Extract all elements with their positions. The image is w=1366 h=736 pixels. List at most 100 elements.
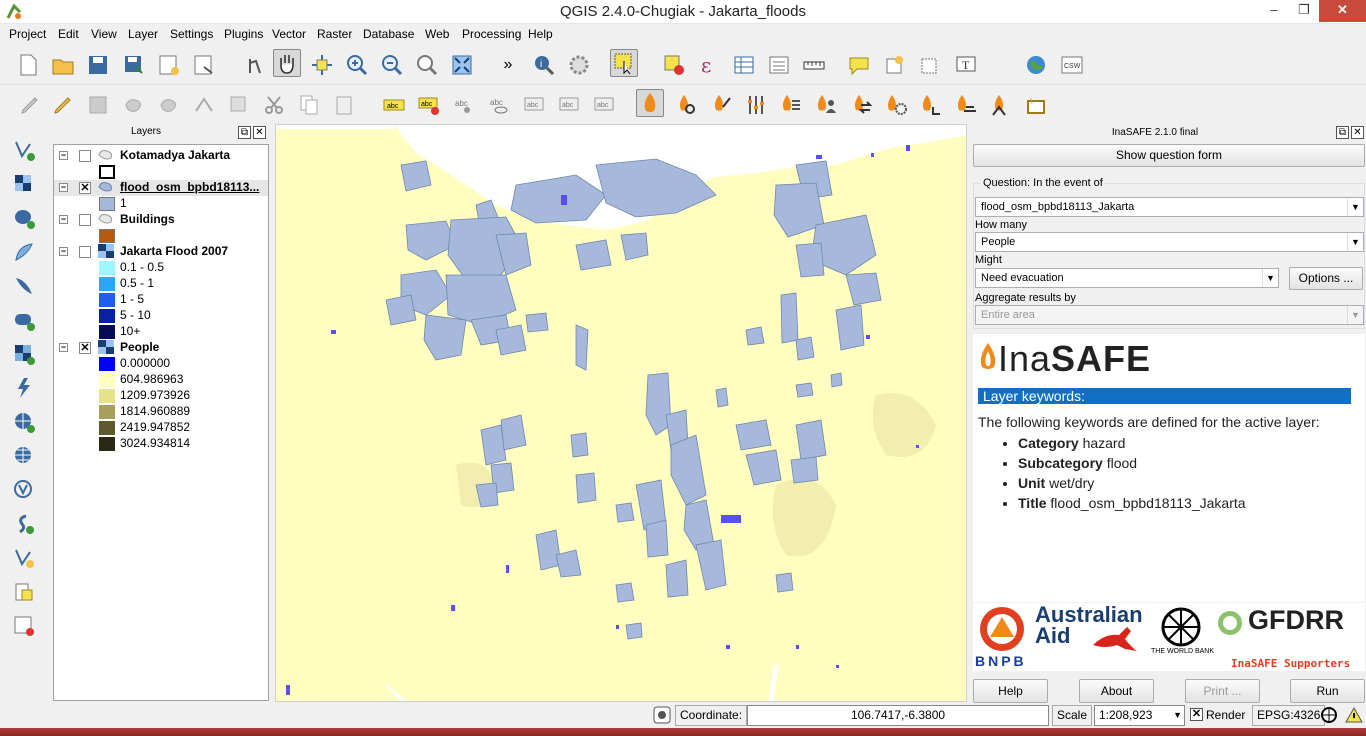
copy-features-icon[interactable] <box>295 91 323 119</box>
options-button[interactable]: Options ... <box>1289 267 1363 290</box>
maximize-button[interactable]: ❐ <box>1289 0 1319 22</box>
help-button[interactable]: Help <box>973 679 1048 703</box>
zoom-full-icon[interactable] <box>448 51 476 79</box>
toggle-editing-icon[interactable] <box>49 91 77 119</box>
new-spatialite-layer-icon[interactable] <box>10 578 38 606</box>
add-spatialite-layer-icon[interactable] <box>10 238 38 266</box>
inasafe-wizard-icon[interactable] <box>707 91 735 119</box>
paste-features-icon[interactable] <box>330 91 358 119</box>
layer-visibility-checkbox[interactable] <box>79 214 91 226</box>
layer-row-buildings[interactable]: − Buildings <box>54 212 268 228</box>
save-as-icon[interactable] <box>120 51 148 79</box>
exposure-select[interactable]: People ▼ <box>975 232 1364 252</box>
map-canvas[interactable] <box>275 124 967 702</box>
menu-processing[interactable]: Processing <box>462 27 521 41</box>
show-hide-labels-icon[interactable]: abc <box>485 91 513 119</box>
add-mssql-layer-icon[interactable] <box>10 272 38 300</box>
statistics-icon[interactable] <box>765 51 793 79</box>
layer-visibility-checkbox[interactable] <box>79 246 91 258</box>
rotate-label-icon[interactable]: abc <box>555 91 583 119</box>
change-label-icon[interactable]: abc <box>590 91 618 119</box>
scale-combo[interactable]: 1:208,923 ▼ <box>1094 705 1185 726</box>
menu-vector[interactable]: Vector <box>272 27 306 41</box>
toolbar-overflow-icon[interactable]: » <box>494 51 522 79</box>
print-button[interactable]: Print ... <box>1185 679 1260 703</box>
map-tips-icon[interactable] <box>845 51 873 79</box>
select-features-icon[interactable] <box>610 49 638 77</box>
pin-labels-icon[interactable]: abc <box>415 91 443 119</box>
new-print-composer-icon[interactable] <box>155 51 183 79</box>
layer-row-flood[interactable]: − ✕ flood_osm_bpbd18113... <box>54 180 268 196</box>
identify-icon[interactable]: i <box>530 51 558 79</box>
messages-icon[interactable] <box>653 706 671 724</box>
collapse-toggle[interactable]: − <box>59 183 68 192</box>
new-project-icon[interactable] <box>14 51 42 79</box>
show-bookmarks-icon[interactable] <box>915 51 943 79</box>
add-wms-layer-icon[interactable] <box>10 340 38 368</box>
text-annotation-icon[interactable]: T <box>952 51 980 79</box>
add-feature-icon[interactable] <box>120 91 148 119</box>
add-wcs-layer-icon[interactable] <box>10 408 38 436</box>
close-panel-button[interactable]: ✕ <box>253 126 266 139</box>
about-button[interactable]: About <box>1079 679 1154 703</box>
pan-to-selection-icon[interactable] <box>308 51 336 79</box>
run-action-icon[interactable] <box>565 51 593 79</box>
show-question-form-button[interactable]: Show question form <box>973 144 1365 167</box>
inasafe-minimum-needs-icon[interactable] <box>812 91 840 119</box>
warning-icon[interactable] <box>1345 706 1363 724</box>
aggregation-select[interactable]: Entire area ▼ <box>975 305 1364 325</box>
menu-raster[interactable]: Raster <box>317 27 352 41</box>
add-raster-layer-icon[interactable] <box>10 170 38 198</box>
deselect-features-icon[interactable] <box>660 51 688 79</box>
new-shapefile-layer-icon[interactable] <box>10 544 38 572</box>
inasafe-dock-icon[interactable] <box>636 89 664 117</box>
inasafe-keywords-icon[interactable] <box>672 91 700 119</box>
run-button[interactable]: Run <box>1290 679 1365 703</box>
menu-help[interactable]: Help <box>528 27 553 41</box>
zoom-out-icon[interactable] <box>378 51 406 79</box>
zoom-in-icon[interactable] <box>343 51 371 79</box>
open-project-icon[interactable] <box>49 51 77 79</box>
label-tool-icon[interactable]: abc <box>380 91 408 119</box>
zoom-native-icon[interactable] <box>413 51 441 79</box>
add-wfs-layer-icon[interactable] <box>10 442 38 470</box>
field-calculator-icon[interactable]: ε <box>695 51 723 79</box>
close-panel-button[interactable]: ✕ <box>1351 126 1364 139</box>
add-oracle-layer-icon[interactable] <box>10 306 38 334</box>
menu-settings[interactable]: Settings <box>170 27 213 41</box>
inasafe-impact-merge-icon[interactable] <box>987 91 1015 119</box>
close-button[interactable]: ✕ <box>1319 0 1366 22</box>
render-checkbox[interactable]: ✕ <box>1190 708 1203 721</box>
composer-manager-icon[interactable] <box>190 51 218 79</box>
layer-row-jakarta-flood-2007[interactable]: − Jakarta Flood 2007 <box>54 244 268 260</box>
attribute-table-icon[interactable] <box>730 51 758 79</box>
add-gps-layer-icon[interactable] <box>10 510 38 538</box>
hazard-select[interactable]: flood_osm_bpbd18113_Jakarta ▼ <box>975 197 1364 217</box>
add-vector-layer-icon[interactable] <box>10 136 38 164</box>
move-feature-icon[interactable] <box>155 91 183 119</box>
crs-button[interactable]: EPSG:4326 <box>1252 705 1326 726</box>
collapse-toggle[interactable]: − <box>59 247 68 256</box>
coordinate-field[interactable]: 106.7417,-6.3800 <box>747 705 1049 726</box>
menu-project[interactable]: Project <box>9 27 46 41</box>
menu-layer[interactable]: Layer <box>128 27 158 41</box>
layer-visibility-checkbox[interactable] <box>79 150 91 162</box>
layer-visibility-checkbox[interactable]: ✕ <box>79 342 91 354</box>
float-panel-button[interactable]: ⧉ <box>1336 126 1349 139</box>
save-edits-icon[interactable] <box>84 91 112 119</box>
menu-view[interactable]: View <box>91 27 117 41</box>
menu-web[interactable]: Web <box>425 27 449 41</box>
remove-layer-icon[interactable] <box>10 612 38 640</box>
minimize-button[interactable]: – <box>1259 0 1289 22</box>
projection-icon[interactable] <box>1320 706 1338 724</box>
measure-line-icon[interactable] <box>800 51 828 79</box>
edit-pencil-icon[interactable] <box>16 91 44 119</box>
move-label-icon[interactable]: abc <box>520 91 548 119</box>
layer-row-kotamadya[interactable]: − Kotamadya Jakarta <box>54 148 268 164</box>
inasafe-save-scenario-icon[interactable] <box>917 91 945 119</box>
inasafe-options-icon[interactable] <box>742 91 770 119</box>
globe-icon[interactable] <box>1022 51 1050 79</box>
cut-features-icon[interactable] <box>260 91 288 119</box>
menu-edit[interactable]: Edit <box>58 27 79 41</box>
collapse-toggle[interactable]: − <box>59 151 68 160</box>
